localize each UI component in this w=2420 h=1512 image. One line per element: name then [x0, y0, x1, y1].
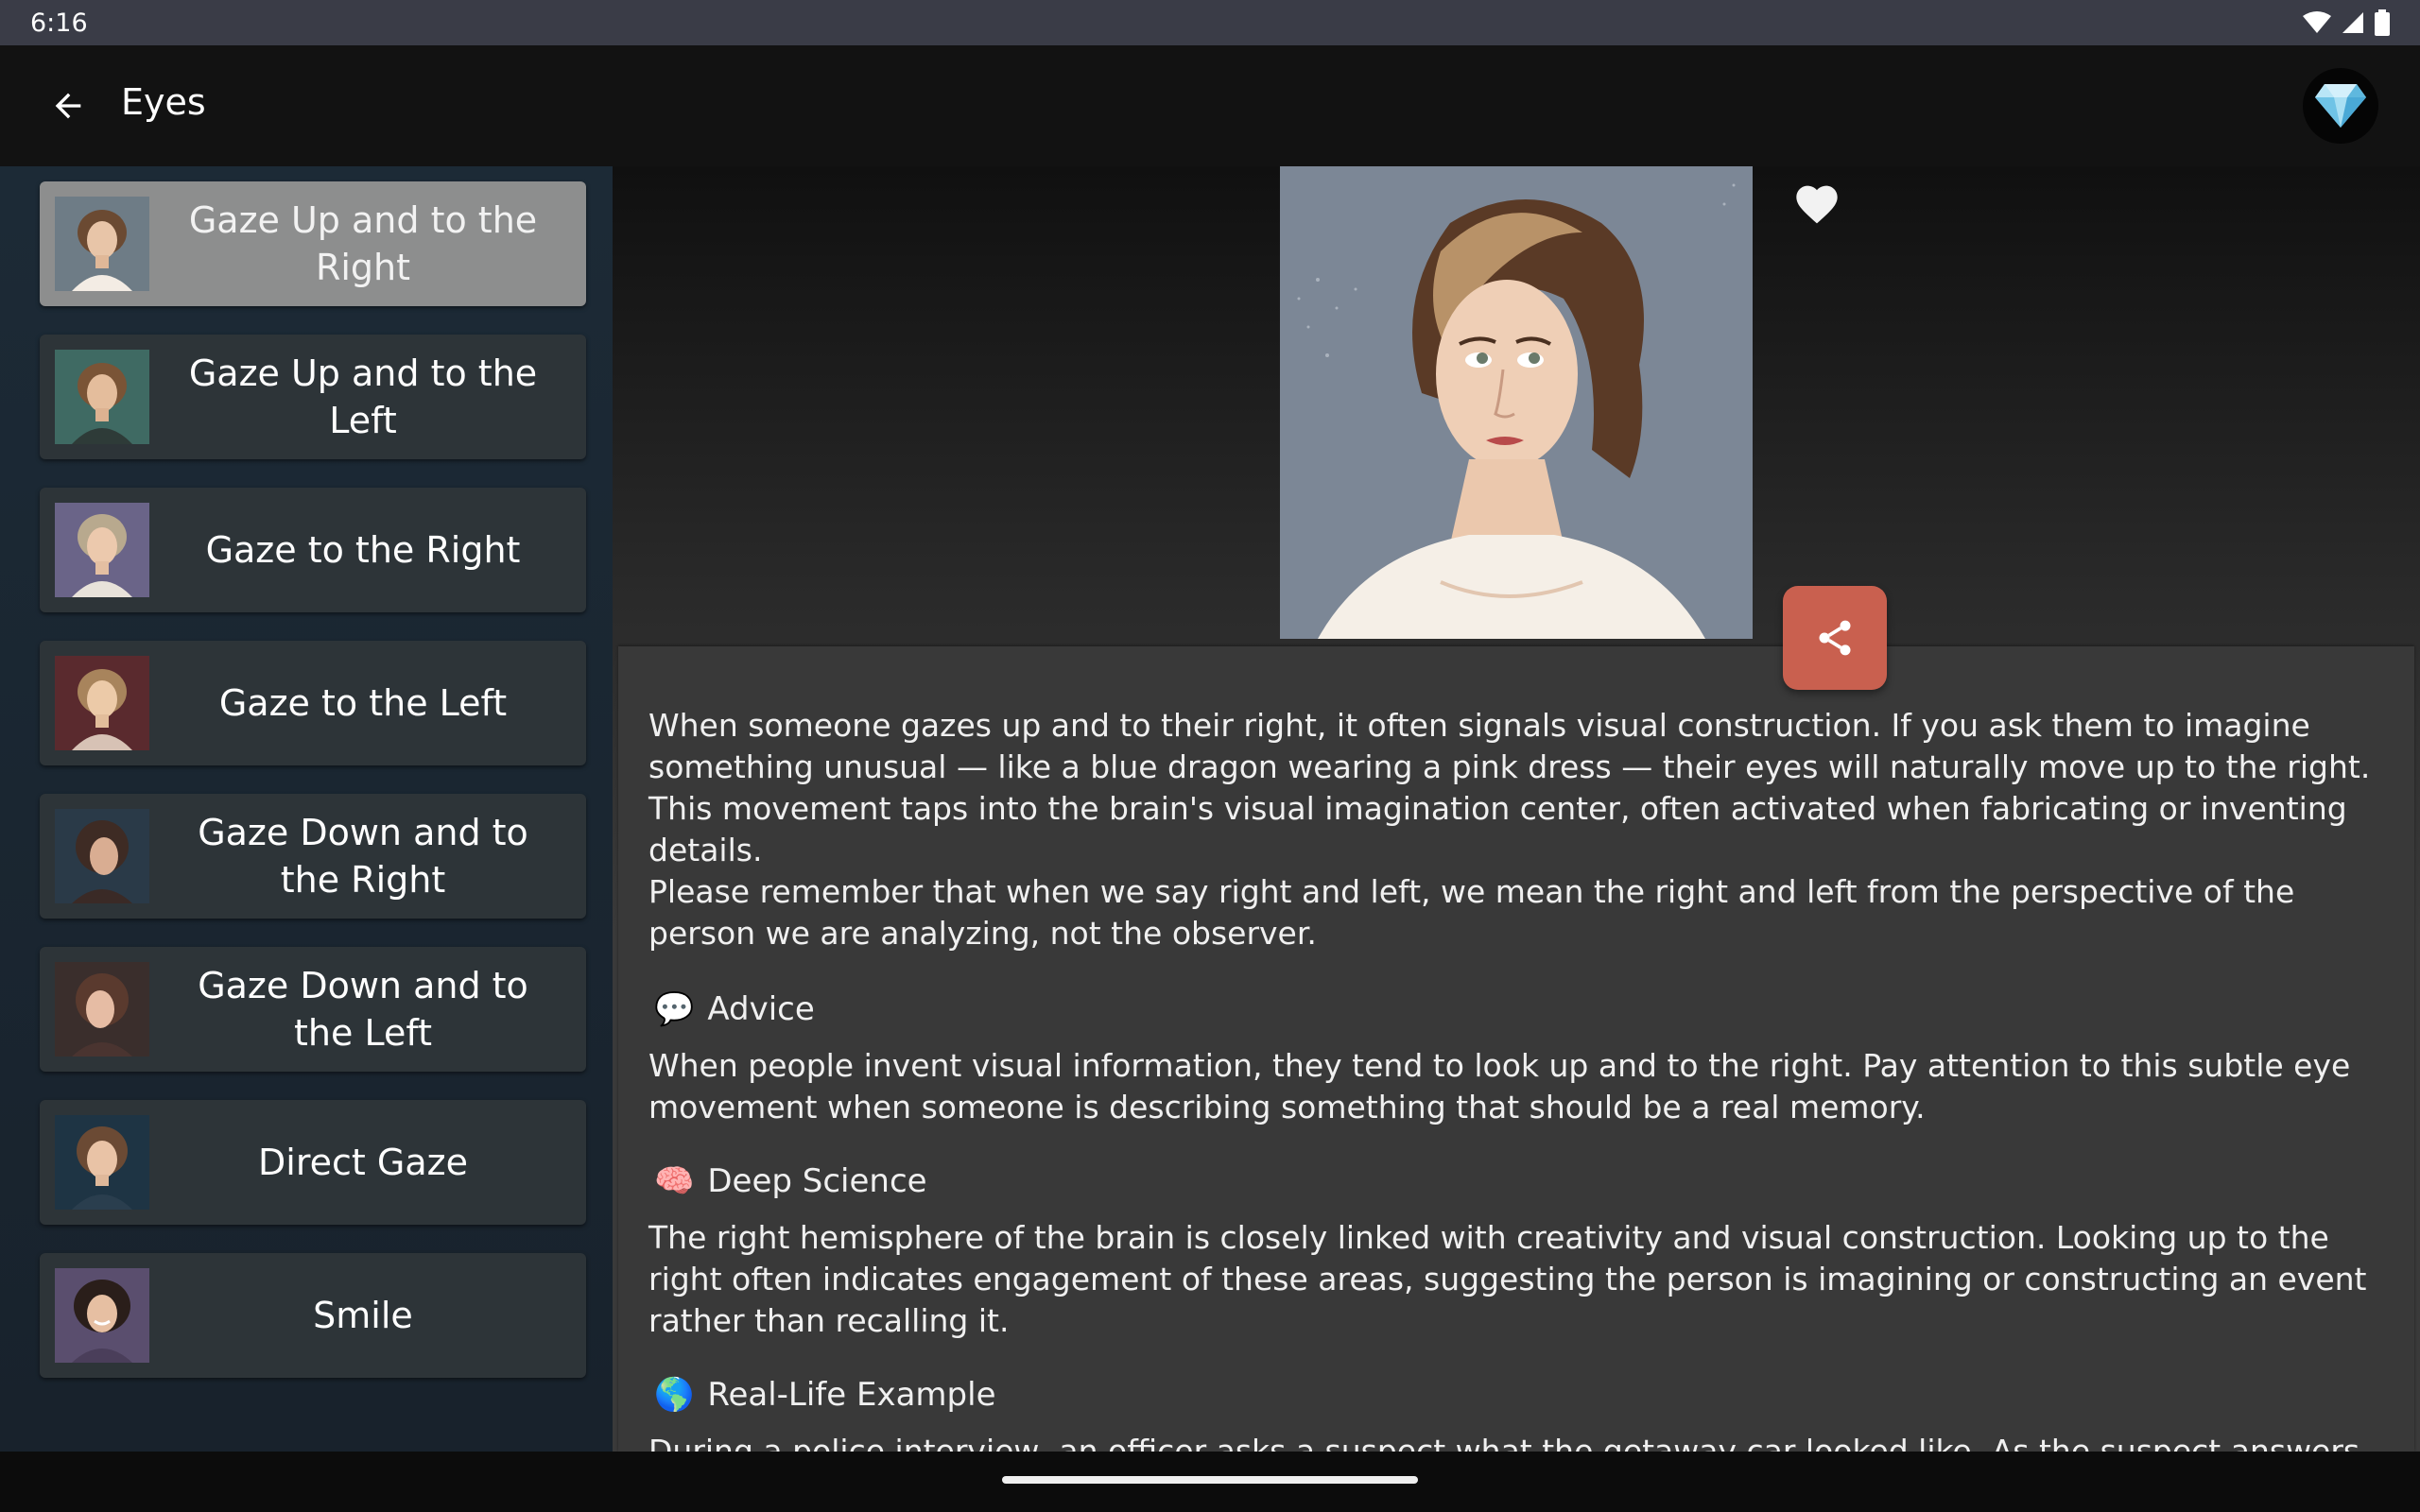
share-button[interactable]	[1783, 586, 1887, 690]
wifi-icon	[2303, 11, 2331, 33]
science-paragraph: The right hemisphere of the brain is clo…	[648, 1219, 2367, 1339]
sidebar-item-label: Gaze Down and to the Left	[198, 965, 528, 1054]
sidebar-item-gaze-down-right[interactable]: Gaze Down and to the Right	[40, 794, 586, 919]
thumbnail-image	[55, 656, 149, 750]
thumbnail-image	[55, 197, 149, 291]
sidebar-item-label: Gaze to the Right	[205, 529, 521, 571]
sidebar-item-label: Gaze Up and to the Right	[188, 199, 538, 288]
note-paragraph: Please remember that when we say right a…	[648, 873, 2295, 952]
diamond-icon	[2315, 84, 2366, 128]
thumbnail-image	[55, 809, 149, 903]
sidebar-item-label: Smile	[313, 1295, 413, 1336]
battery-icon	[2375, 9, 2390, 36]
science-heading: 🧠 Deep Science	[654, 1160, 927, 1202]
page-title: Eyes	[121, 81, 206, 123]
brain-icon: 🧠	[654, 1162, 695, 1200]
sidebar-item-smile[interactable]: Smile	[40, 1253, 586, 1378]
status-icons	[2303, 9, 2390, 36]
arrow-back-icon	[55, 93, 81, 119]
advice-title: Advice	[707, 990, 815, 1028]
back-button[interactable]	[42, 79, 95, 132]
thumbnail-image	[55, 1115, 149, 1210]
sidebar-item-label: Direct Gaze	[258, 1142, 468, 1183]
science-title: Deep Science	[707, 1162, 927, 1200]
globe-icon: 🌎	[654, 1376, 695, 1414]
system-navigation-bar	[0, 1452, 2420, 1512]
thumbnail-image	[55, 962, 149, 1057]
sidebar-item-label: Gaze Up and to the Left	[188, 352, 538, 441]
signal-icon	[2342, 12, 2363, 33]
status-bar: 6:16	[0, 0, 2420, 45]
sidebar-item-label: Gaze to the Left	[218, 682, 508, 724]
advice-heading: 💬 Advice	[654, 988, 815, 1030]
sidebar-item-direct-gaze[interactable]: Direct Gaze	[40, 1100, 586, 1225]
favorite-button[interactable]	[1792, 180, 1849, 232]
thumbnail-image	[55, 1268, 149, 1363]
sidebar-item-label: Gaze Down and to the Right	[198, 812, 528, 901]
thumbnail-image	[55, 503, 149, 597]
sidebar-list: Gaze Up and to the Right Gaze Up and to …	[0, 166, 613, 1452]
description-card: When someone gazes up and to their right…	[618, 646, 2414, 1452]
sidebar-item-gaze-up-left[interactable]: Gaze Up and to the Left	[40, 335, 586, 459]
app-bar: Eyes	[0, 45, 2420, 166]
premium-button[interactable]	[2303, 68, 2378, 144]
heart-icon	[1796, 185, 1838, 224]
share-icon	[1819, 620, 1851, 656]
example-heading: 🌎 Real-Life Example	[654, 1374, 996, 1416]
example-paragraph: During a police interview, an officer as…	[648, 1433, 2370, 1452]
example-title: Real-Life Example	[707, 1376, 996, 1414]
intro-paragraph: When someone gazes up and to their right…	[648, 707, 2371, 868]
advice-paragraph: When people invent visual information, t…	[648, 1047, 2351, 1125]
hero-portrait-image	[1280, 166, 1753, 639]
sidebar-item-gaze-up-right[interactable]: Gaze Up and to the Right	[40, 181, 586, 306]
sidebar-item-gaze-right[interactable]: Gaze to the Right	[40, 488, 586, 612]
sidebar-item-gaze-left[interactable]: Gaze to the Left	[40, 641, 586, 765]
thumbnail-image	[55, 350, 149, 444]
status-time: 6:16	[30, 8, 88, 38]
sidebar-item-gaze-down-left[interactable]: Gaze Down and to the Left	[40, 947, 586, 1072]
speech-bubble-icon: 💬	[654, 990, 695, 1028]
home-gesture-handle[interactable]	[1002, 1476, 1418, 1484]
